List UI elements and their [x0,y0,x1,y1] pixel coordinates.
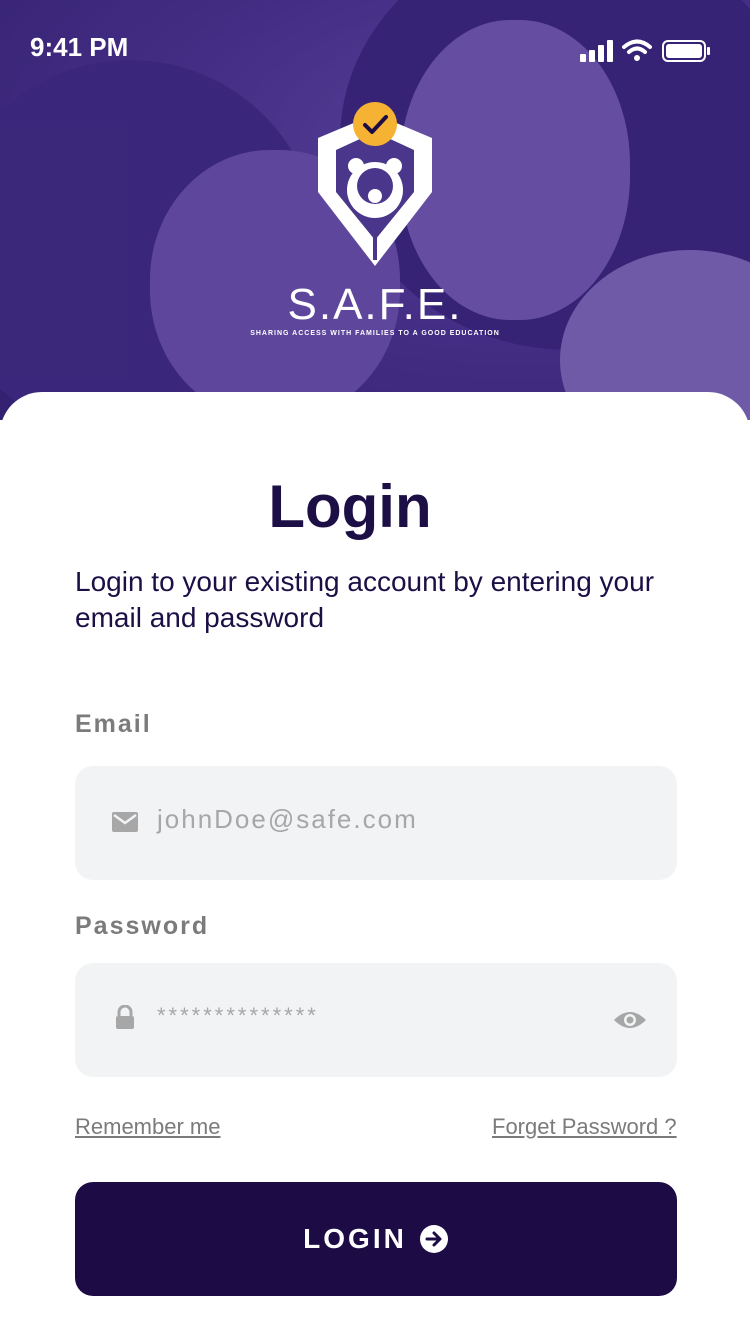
status-bar: 9:41 PM [0,0,750,96]
brand-tagline: SHARING ACCESS WITH FAMILIES TO A GOOD E… [250,330,500,337]
mail-icon [112,812,138,832]
forgot-password-link[interactable]: Forget Password ? [492,1114,677,1140]
battery-icon [662,40,710,62]
login-button[interactable]: LOGIN [75,1182,677,1296]
remember-me-link[interactable]: Remember me [75,1114,220,1140]
wifi-icon [622,39,652,61]
login-button-label: LOGIN [303,1223,407,1254]
login-card: Login Login to your existing account by … [0,392,750,1334]
status-time: 9:41 PM [30,32,129,62]
eye-icon[interactable] [613,1008,647,1032]
checkmark-badge-icon [353,102,397,146]
arrow-right-circle-icon [419,1225,448,1253]
brand-wordmark: S.A.F.E. [287,280,463,329]
password-value: ************** [157,1003,319,1028]
signal-icon [580,40,613,62]
safe-logo: S.A.F.E. SHARING ACCESS WITH FAMILIES TO… [240,100,510,350]
email-placeholder: johnDoe@safe.com [157,804,418,834]
password-field[interactable]: ************** [75,963,677,1077]
login-subtitle: Login to your existing account by enteri… [75,566,655,633]
password-label: Password [75,912,210,940]
page-title: Login [268,473,432,540]
lock-icon [116,1005,134,1029]
email-label: Email [75,710,152,738]
email-field[interactable]: johnDoe@safe.com [75,766,677,880]
